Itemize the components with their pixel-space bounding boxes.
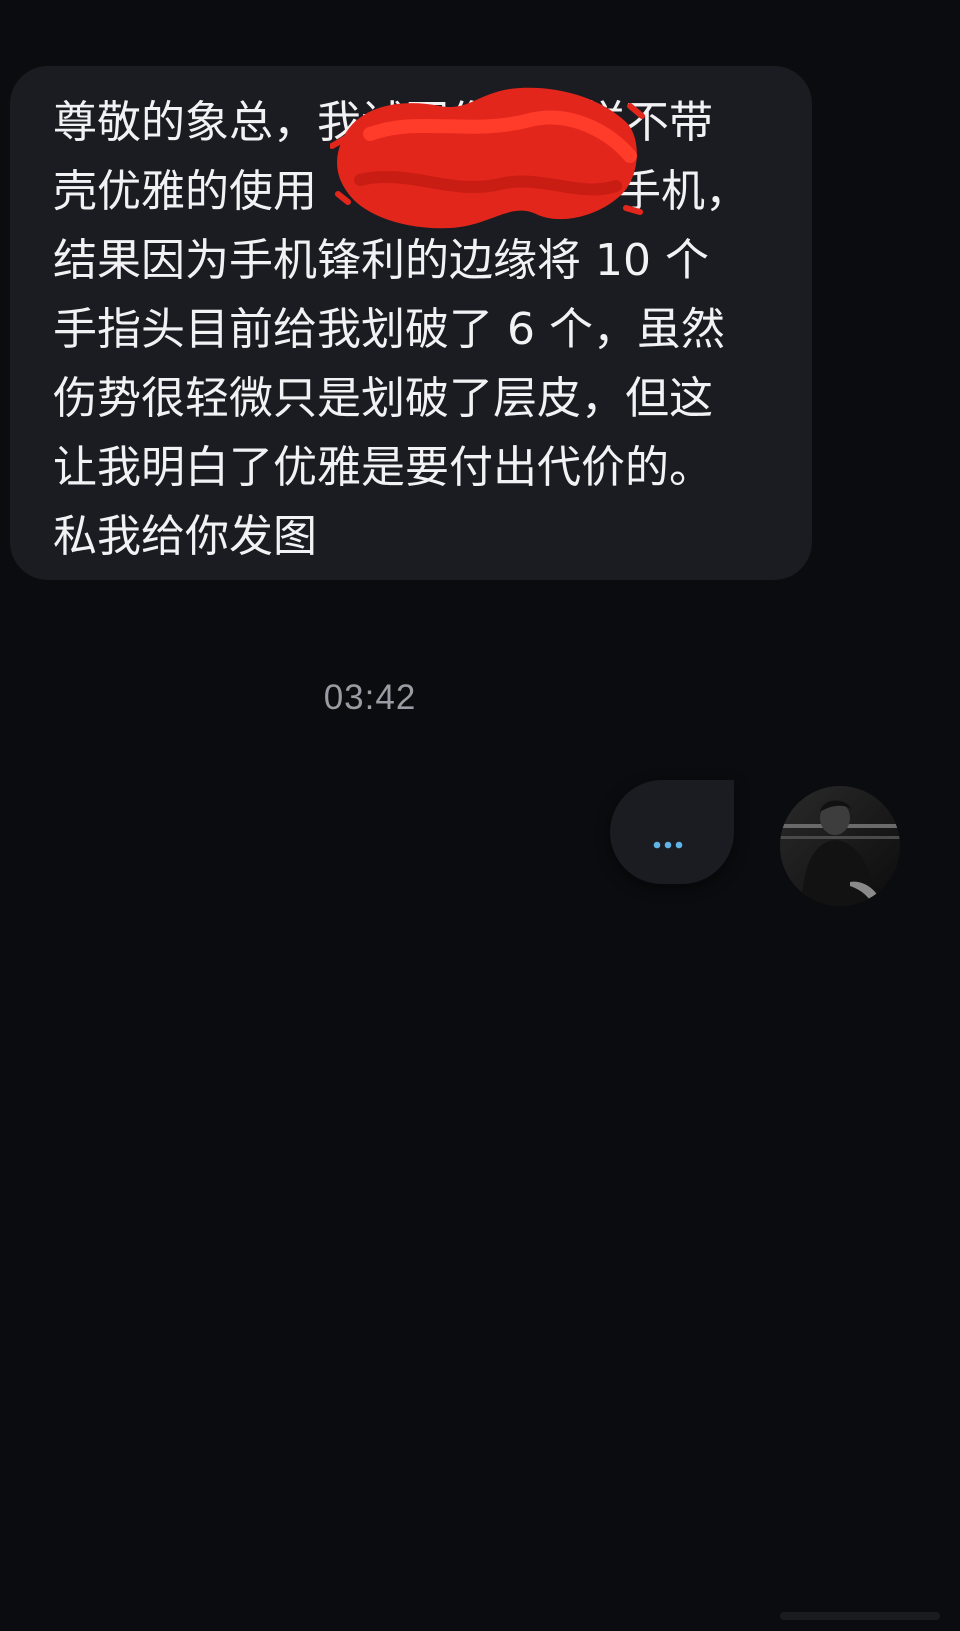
home-indicator xyxy=(780,1612,940,1620)
message-line-fragment: 手机， xyxy=(617,166,749,217)
message-line: 尊敬的象总，我试图像您一样不带 xyxy=(53,97,713,148)
chat-view: 尊敬的象总，我试图像您一样不带 壳优雅的使用 手机， 结果因为手机锋利的边缘将 1… xyxy=(0,0,960,1631)
message-line: 让我明白了优雅是要付出代价的。 xyxy=(53,442,713,493)
message-line: 私我给你发图 xyxy=(53,511,317,562)
incoming-message-bubble[interactable]: 尊敬的象总，我试图像您一样不带 壳优雅的使用 手机， 结果因为手机锋利的边缘将 1… xyxy=(10,66,812,580)
message-line: 伤势很轻微只是划破了层皮，但这 xyxy=(53,373,713,424)
outgoing-message-bubble[interactable] xyxy=(610,780,734,884)
message-line: 结果因为手机锋利的边缘将 10 个 xyxy=(53,235,709,286)
message-line-fragment: 壳优雅的使用 xyxy=(53,166,317,217)
message-line: 手指头目前给我划破了 6 个，虽然 xyxy=(53,304,725,355)
typing-indicator-icon xyxy=(653,841,683,849)
avatar-photo-icon xyxy=(780,786,900,906)
message-timestamp: 03:42 xyxy=(323,678,417,717)
message-line: 壳优雅的使用 手机， xyxy=(53,157,778,226)
user-avatar[interactable] xyxy=(780,786,900,906)
